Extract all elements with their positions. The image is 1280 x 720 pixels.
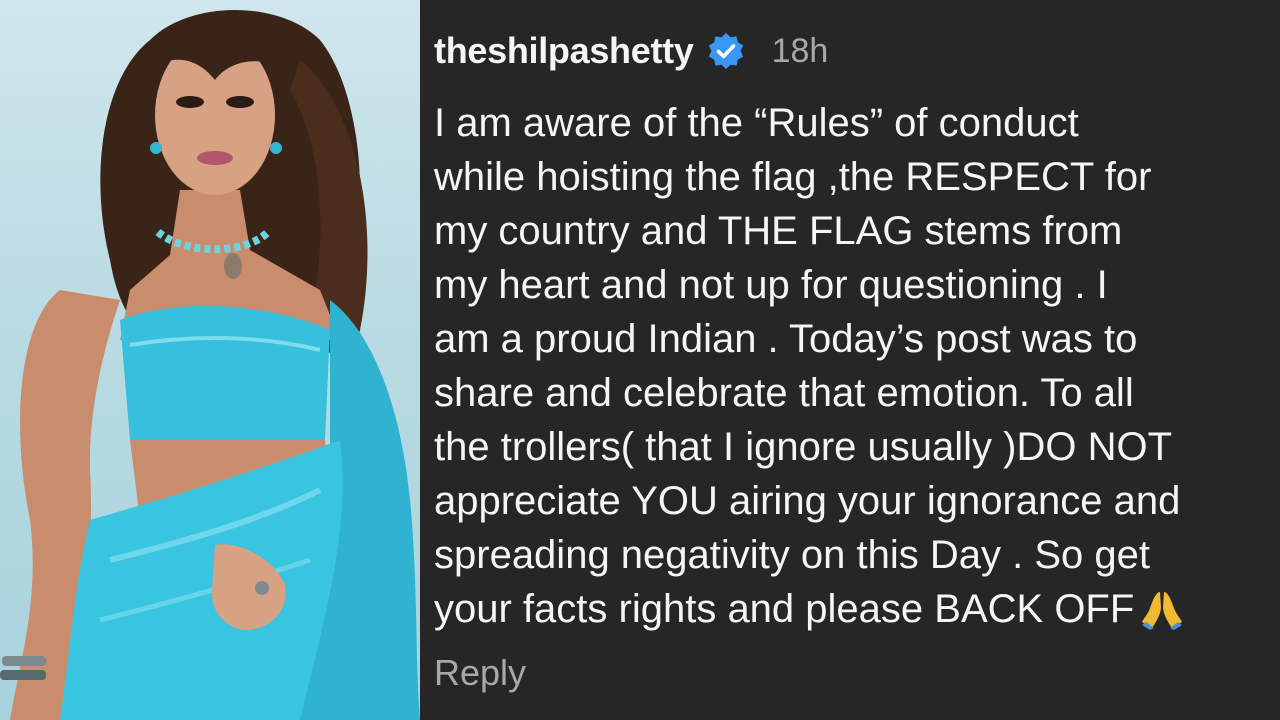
comment-line: I am aware of the “Rules” of conduct bbox=[434, 101, 1079, 145]
comment-line: appreciate YOU airing your ignorance and bbox=[434, 479, 1181, 523]
comment-line: your facts rights and please BACK OFF bbox=[434, 587, 1135, 631]
comment-line: while hoisting the flag ,the RESPECT for bbox=[434, 155, 1152, 199]
comment-text: I am aware of the “Rules” of conduct whi… bbox=[434, 96, 1280, 636]
comment-panel: theshilpashetty 18h I am aware of the “R… bbox=[420, 0, 1280, 720]
profile-photo bbox=[0, 0, 420, 720]
comment-line: spreading negativity on this Day . So ge… bbox=[434, 533, 1150, 577]
comment-line: share and celebrate that emotion. To all bbox=[434, 371, 1134, 415]
reply-button[interactable]: Reply bbox=[434, 652, 526, 694]
comment-line: the trollers( that I ignore usually )DO … bbox=[434, 425, 1173, 469]
comment-last-line: your facts rights and please BACK OFF bbox=[434, 582, 1280, 636]
verified-badge-icon bbox=[706, 31, 746, 71]
comment-line: my heart and not up for questioning . I bbox=[434, 263, 1108, 307]
username-link[interactable]: theshilpashetty bbox=[434, 30, 694, 72]
woman-in-turquoise-saree-image bbox=[0, 10, 420, 720]
folded-hands-icon bbox=[1140, 588, 1184, 630]
comment-timestamp: 18h bbox=[771, 31, 829, 70]
comment-header: theshilpashetty 18h bbox=[434, 28, 828, 74]
comment-line: am a proud Indian . Today’s post was to bbox=[434, 317, 1138, 361]
comment-line: my country and THE FLAG stems from bbox=[434, 209, 1123, 253]
